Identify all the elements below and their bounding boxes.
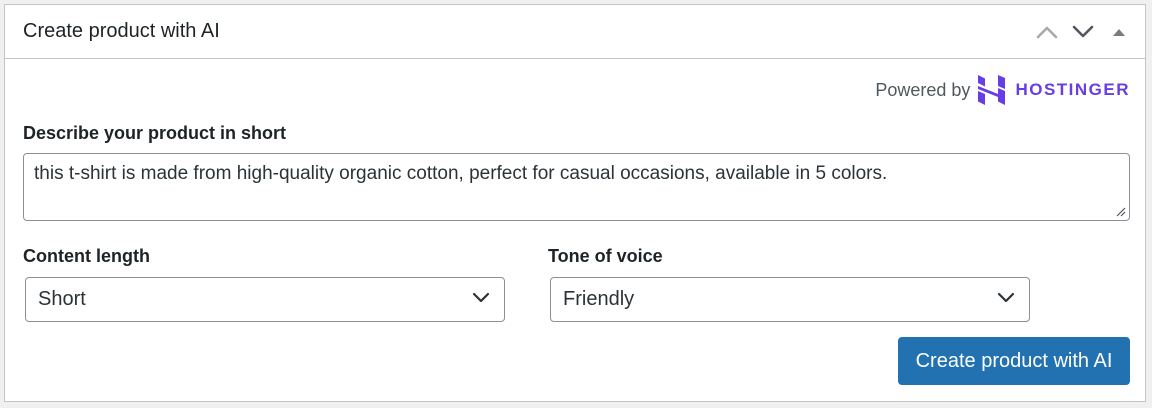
panel-header-controls: [1029, 5, 1137, 59]
panel-title: Create product with AI: [23, 20, 220, 42]
move-down-button[interactable]: [1065, 14, 1101, 50]
chevron-down-icon: [1072, 25, 1094, 38]
product-description-value: this t-shirt is made from high-quality o…: [34, 163, 888, 184]
tone-of-voice-value: Friendly: [563, 288, 635, 310]
tone-of-voice-label: Tone of voice: [548, 246, 663, 266]
caret-up-icon: [1113, 29, 1125, 36]
chevron-up-icon: [1036, 26, 1058, 39]
create-product-button[interactable]: Create product with AI: [898, 337, 1130, 385]
create-product-ai-panel: Create product with AI Powered by HOSTIN…: [4, 4, 1146, 402]
chevron-down-icon: [472, 292, 490, 303]
description-label: Describe your product in short: [23, 123, 287, 143]
move-up-button[interactable]: [1029, 14, 1065, 50]
content-length-value: Short: [38, 288, 86, 310]
tone-of-voice-select[interactable]: Friendly: [550, 277, 1030, 322]
hostinger-brand: HOSTINGER: [1015, 80, 1130, 99]
chevron-down-icon: [997, 292, 1015, 303]
powered-by-label: Powered by: [875, 79, 971, 100]
resize-handle-icon[interactable]: [1116, 207, 1126, 217]
toggle-panel-button[interactable]: [1101, 14, 1137, 50]
powered-by: Powered by HOSTINGER: [875, 75, 1130, 105]
content-length-label: Content length: [23, 246, 150, 266]
panel-header: Create product with AI: [5, 5, 1145, 59]
content-length-select[interactable]: Short: [25, 277, 505, 322]
product-description-textarea[interactable]: this t-shirt is made from high-quality o…: [23, 153, 1130, 221]
hostinger-logo-icon: [978, 75, 1006, 105]
